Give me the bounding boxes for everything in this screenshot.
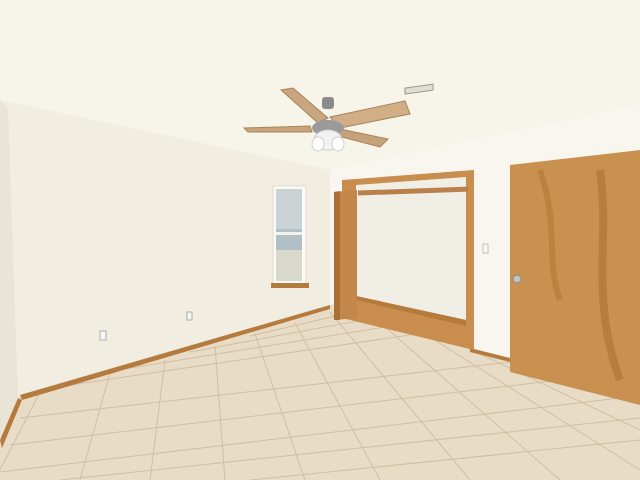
room-scene (0, 0, 640, 480)
outlet (186, 311, 193, 321)
wall-switch (482, 243, 489, 254)
window (271, 185, 309, 288)
room-door[interactable] (510, 150, 640, 405)
door-knob[interactable] (512, 274, 522, 284)
closet-door-shade (334, 191, 340, 320)
outlet-2 (99, 330, 107, 341)
